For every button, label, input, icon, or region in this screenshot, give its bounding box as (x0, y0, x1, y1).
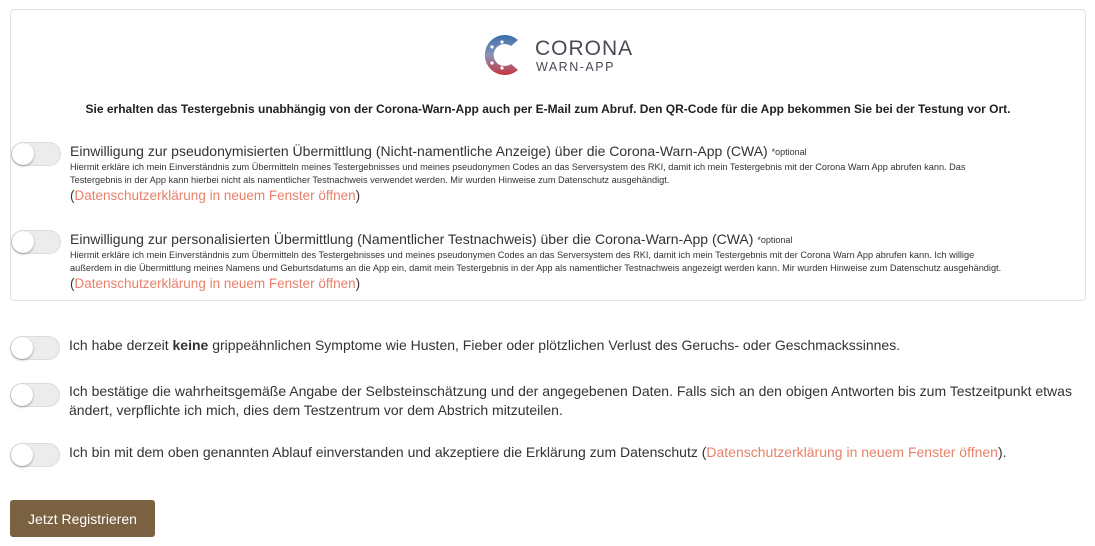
privacy-policy-link[interactable]: Datenschutzerklärung in neuem Fenster öf… (706, 444, 998, 460)
consent-description-line: Hiermit erkläre ich mein Einverständnis … (70, 250, 975, 260)
toggle-truthful-declaration[interactable] (10, 383, 60, 407)
consent-pseudonymized: Einwilligung zur pseudonymisierten Überm… (70, 143, 1080, 204)
corona-virus-icon (484, 35, 518, 75)
agree-statement: Ich bin mit dem oben genannten Ablauf ei… (69, 443, 1007, 462)
statement-text: Ich habe derzeit (69, 337, 173, 353)
register-button[interactable]: Jetzt Registrieren (10, 500, 155, 537)
toggle-knob (11, 337, 33, 359)
statement-text: grippeähnlichen Symptome wie Husten, Fie… (208, 337, 901, 353)
toggle-knob (11, 384, 33, 406)
consent-title-text: Einwilligung zur personalisierten Übermi… (70, 231, 754, 247)
statement-line: ändert, verpflichte ich mich, dies dem T… (69, 402, 563, 418)
privacy-policy-link[interactable]: Datenschutzerklärung in neuem Fenster öf… (75, 276, 356, 291)
consent-title-text: Einwilligung zur pseudonymisierten Überm… (70, 143, 768, 159)
statement-line: Ich bestätige die wahrheitsgemäße Angabe… (69, 383, 1072, 399)
consent-description-line: Hiermit erkläre ich mein Einverständnis … (70, 162, 966, 172)
consent-description-line: außerdem in die Übermittlung meines Name… (70, 263, 1002, 273)
privacy-link-wrapper: (Datenschutzerklärung in neuem Fenster ö… (70, 276, 361, 291)
consent-personalized: Einwilligung zur personalisierten Übermi… (70, 231, 1080, 292)
consent-description: Hiermit erkläre ich mein Einverständnis … (70, 249, 1080, 275)
statement-emphasis: keine (172, 337, 209, 353)
consent-card: CORONA WARN-APP Sie erhalten das Testerg… (10, 9, 1086, 301)
consent-title: Einwilligung zur personalisierten Übermi… (70, 231, 1080, 248)
toggle-agree-privacy[interactable] (10, 443, 60, 467)
truthful-statement: Ich bestätige die wahrheitsgemäße Angabe… (69, 382, 1072, 420)
toggle-personalized-consent[interactable] (11, 230, 61, 254)
statement-text: Ich bin mit dem oben genannten Ablauf ei… (69, 444, 707, 460)
toggle-no-symptoms[interactable] (10, 336, 60, 360)
consent-description: Hiermit erkläre ich mein Einverständnis … (70, 161, 1080, 187)
logo-word-corona: CORONA (535, 37, 634, 60)
logo-word-warn-app: WARN-APP (536, 60, 615, 74)
statement-text: ). (997, 444, 1007, 460)
toggle-pseudonymized-consent[interactable] (11, 142, 61, 166)
no-symptoms-statement: Ich habe derzeit keine grippeähnlichen S… (69, 336, 900, 355)
consent-description-line: Testergebnis in der App kann hierbei nic… (70, 175, 670, 185)
optional-label: *optional (757, 235, 793, 245)
optional-label: *optional (771, 147, 807, 157)
consent-title: Einwilligung zur pseudonymisierten Überm… (70, 143, 1080, 160)
corona-warn-app-logo: CORONA WARN-APP (478, 30, 638, 90)
toggle-knob (11, 444, 33, 466)
privacy-policy-link[interactable]: Datenschutzerklärung in neuem Fenster öf… (75, 188, 356, 203)
toggle-knob (12, 231, 34, 253)
info-text: Sie erhalten das Testergebnis unabhängig… (85, 102, 1011, 116)
toggle-knob (12, 143, 34, 165)
privacy-link-wrapper: (Datenschutzerklärung in neuem Fenster ö… (70, 188, 361, 203)
